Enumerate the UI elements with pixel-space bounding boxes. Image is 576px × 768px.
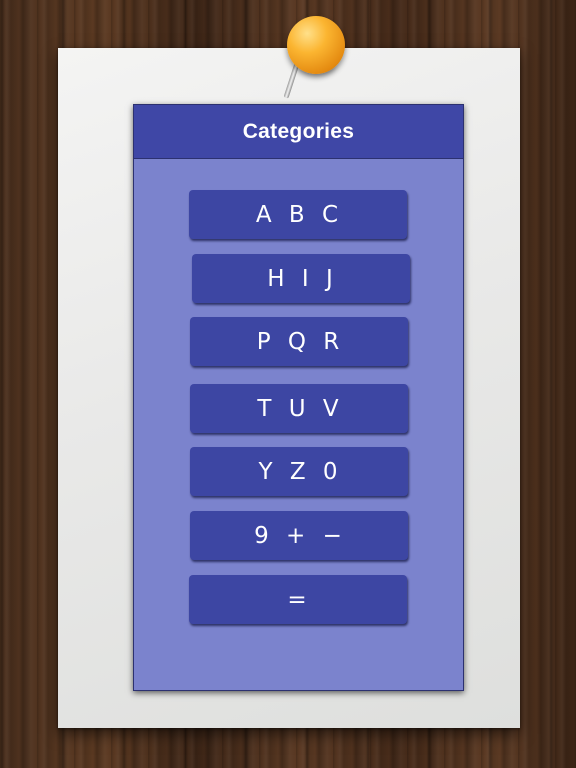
category-button-hij[interactable]: H I J <box>192 254 410 303</box>
category-button-equals[interactable]: = <box>189 575 407 624</box>
category-button-pqr[interactable]: P Q R <box>190 317 408 366</box>
pushpin-icon <box>287 16 345 74</box>
category-button-tuv[interactable]: T U V <box>190 384 408 433</box>
category-button-9-plus-minus[interactable]: 9 + − <box>190 511 408 560</box>
panel-title: Categories <box>242 119 355 143</box>
panel-header: Categories <box>134 105 463 159</box>
category-button-abc[interactable]: A B C <box>189 190 407 239</box>
category-button-yz0[interactable]: Y Z 0 <box>190 447 408 496</box>
